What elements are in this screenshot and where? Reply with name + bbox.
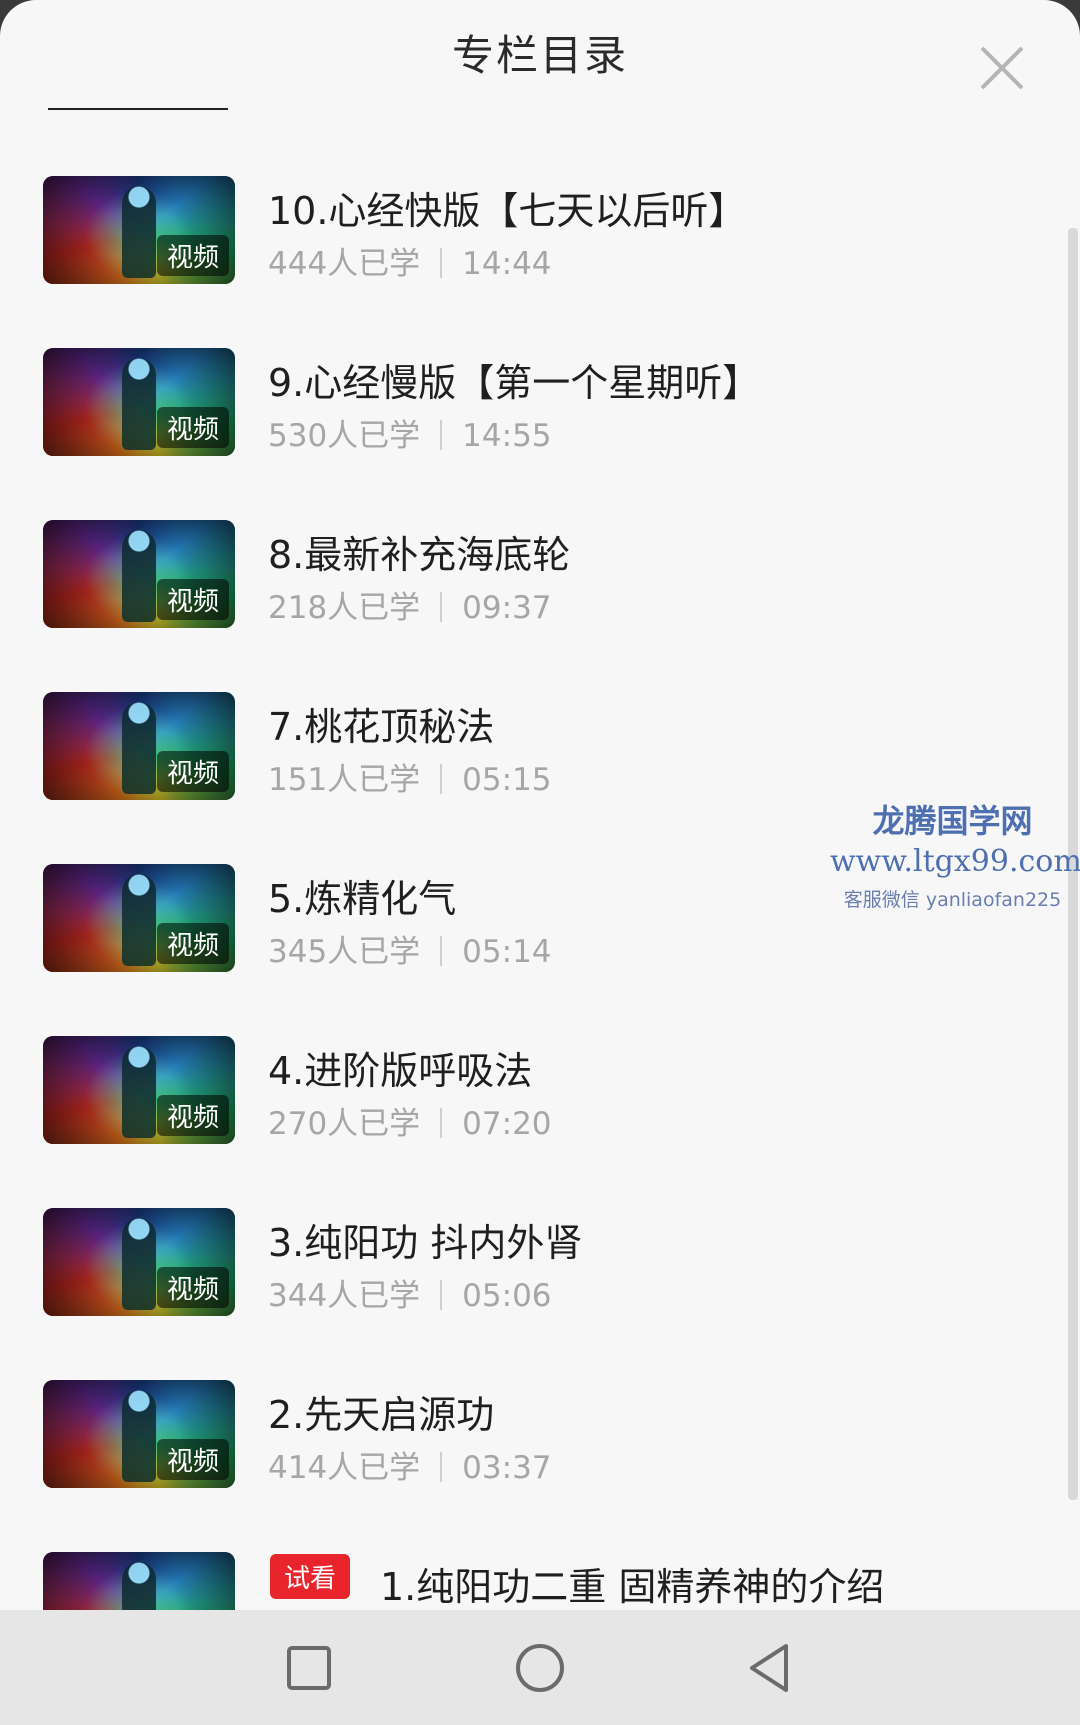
lesson-meta: 444人已学 14:44 xyxy=(268,238,552,283)
sheet-header: 专栏目录 xyxy=(0,0,1080,110)
learner-count: 344人已学 xyxy=(268,1278,421,1314)
video-badge: 视频 xyxy=(156,579,229,620)
meditation-figure-icon xyxy=(122,530,156,622)
lesson-meta: 414人已学 03:37 xyxy=(268,1442,552,1487)
video-thumbnail: 视频 xyxy=(43,1208,235,1316)
page-title: 专栏目录 xyxy=(451,31,628,80)
recent-apps-button[interactable] xyxy=(281,1640,337,1696)
lesson-meta: 530人已学 14:55 xyxy=(268,410,552,455)
learner-count: 414人已学 xyxy=(268,1450,421,1486)
square-icon xyxy=(287,1646,331,1690)
meditation-figure-icon xyxy=(122,702,156,794)
list-item[interactable]: 视频 7.桃花顶秘法 151人已学 05:15 xyxy=(0,646,1060,818)
lesson-meta: 270人已学 07:20 xyxy=(268,1098,552,1143)
list-item[interactable]: 视频 10.心经快版【七天以后听】 444人已学 14:44 xyxy=(0,130,1060,302)
close-button[interactable] xyxy=(974,40,1030,96)
meditation-figure-icon xyxy=(122,186,156,278)
divider xyxy=(440,420,443,450)
lesson-title: 9.心经慢版【第一个星期听】 xyxy=(268,361,761,405)
back-button[interactable] xyxy=(742,1640,798,1696)
video-thumbnail: 视频 xyxy=(43,1036,235,1144)
duration: 05:15 xyxy=(462,762,552,798)
lesson-title: 5.炼精化气 xyxy=(268,877,457,921)
lesson-title: 3.纯阳功 抖内外肾 xyxy=(268,1221,583,1265)
catalog-sheet: 专栏目录 视频 10.心经快版【七天以后听】 444人已学 14:44 视频 9… xyxy=(0,0,1080,1610)
list-item[interactable]: 视频 4.进阶版呼吸法 270人已学 07:20 xyxy=(0,990,1060,1162)
video-badge: 视频 xyxy=(156,1267,229,1308)
video-badge: 视频 xyxy=(156,1439,229,1480)
close-icon xyxy=(980,46,1024,90)
divider xyxy=(440,592,443,622)
lesson-title: 8.最新补充海底轮 xyxy=(268,533,571,577)
divider xyxy=(440,1108,443,1138)
list-item[interactable]: 视频 8.最新补充海底轮 218人已学 09:37 xyxy=(0,474,1060,646)
meditation-figure-icon xyxy=(122,1562,156,1610)
trial-badge: 试看 xyxy=(270,1554,351,1599)
video-thumbnail: 视频 xyxy=(43,176,235,284)
video-thumbnail: 视频 xyxy=(43,692,235,800)
learner-count: 444人已学 xyxy=(268,246,421,282)
lesson-meta: 218人已学 09:37 xyxy=(268,582,552,627)
lesson-meta: 344人已学 05:06 xyxy=(268,1270,552,1315)
lesson-meta: 345人已学 05:14 xyxy=(268,926,552,971)
tab-underline xyxy=(48,108,228,110)
meditation-figure-icon xyxy=(122,1390,156,1482)
video-thumbnail: 视频 xyxy=(43,1380,235,1488)
divider xyxy=(440,1452,443,1482)
home-button[interactable] xyxy=(512,1640,568,1696)
meditation-figure-icon xyxy=(122,874,156,966)
video-badge: 视频 xyxy=(156,923,229,964)
divider xyxy=(440,764,443,794)
duration: 05:06 xyxy=(462,1278,552,1314)
video-badge: 视频 xyxy=(156,235,229,276)
divider xyxy=(440,936,443,966)
learner-count: 270人已学 xyxy=(268,1106,421,1142)
circle-icon xyxy=(516,1644,564,1692)
duration: 07:20 xyxy=(462,1106,552,1142)
scrollbar[interactable] xyxy=(1068,228,1078,1500)
video-badge: 视频 xyxy=(156,407,229,448)
meditation-figure-icon xyxy=(122,1218,156,1310)
video-badge: 视频 xyxy=(156,1095,229,1136)
video-thumbnail: 视频 xyxy=(43,864,235,972)
video-badge: 视频 xyxy=(156,751,229,792)
list-item[interactable]: 试看 1.纯阳功二重 固精养神的介绍 xyxy=(0,1506,1060,1610)
video-thumbnail: 视频 xyxy=(43,520,235,628)
system-nav-bar xyxy=(0,1610,1080,1725)
divider xyxy=(440,248,443,278)
list-item[interactable]: 视频 3.纯阳功 抖内外肾 344人已学 05:06 xyxy=(0,1162,1060,1334)
duration: 09:37 xyxy=(462,590,552,626)
divider xyxy=(440,1280,443,1310)
video-thumbnail xyxy=(43,1552,235,1610)
learner-count: 151人已学 xyxy=(268,762,421,798)
duration: 05:14 xyxy=(462,934,552,970)
list-item[interactable]: 视频 9.心经慢版【第一个星期听】 530人已学 14:55 xyxy=(0,302,1060,474)
lesson-title: 2.先天启源功 xyxy=(268,1393,495,1437)
triangle-back-icon xyxy=(750,1644,788,1692)
learner-count: 530人已学 xyxy=(268,418,421,454)
lesson-title: 1.纯阳功二重 固精养神的介绍 xyxy=(380,1565,885,1609)
lesson-meta: 151人已学 05:15 xyxy=(268,754,552,799)
list-item[interactable]: 视频 5.炼精化气 345人已学 05:14 xyxy=(0,818,1060,990)
learner-count: 345人已学 xyxy=(268,934,421,970)
lesson-title: 10.心经快版【七天以后听】 xyxy=(268,189,747,233)
list-item[interactable]: 视频 2.先天启源功 414人已学 03:37 xyxy=(0,1334,1060,1506)
lesson-title: 4.进阶版呼吸法 xyxy=(268,1049,533,1093)
duration: 03:37 xyxy=(462,1450,552,1486)
duration: 14:55 xyxy=(462,418,552,454)
meditation-figure-icon xyxy=(122,358,156,450)
meditation-figure-icon xyxy=(122,1046,156,1138)
learner-count: 218人已学 xyxy=(268,590,421,626)
duration: 14:44 xyxy=(462,246,552,282)
video-thumbnail: 视频 xyxy=(43,348,235,456)
lesson-title: 7.桃花顶秘法 xyxy=(268,705,495,749)
